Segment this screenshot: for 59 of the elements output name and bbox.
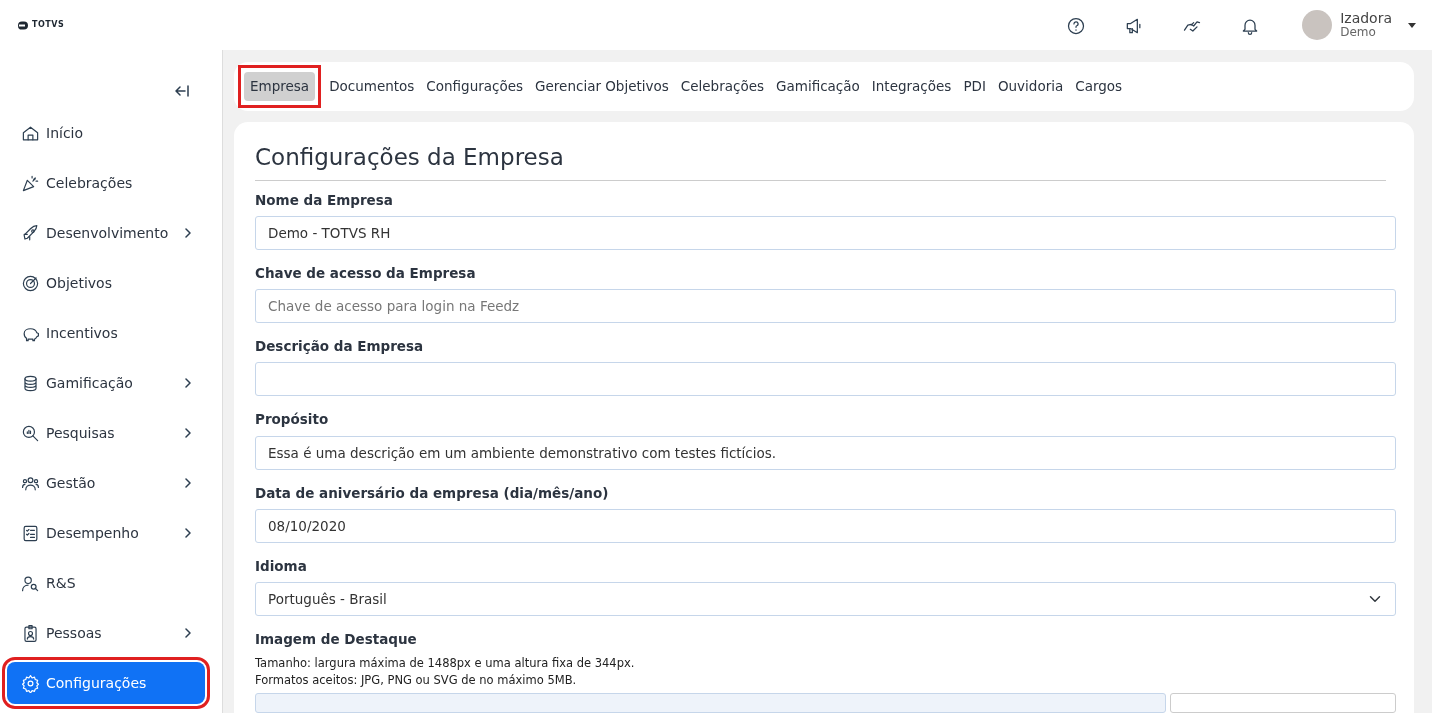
input-field[interactable]: Demo - TOTVS RH: [255, 215, 1396, 250]
id-badge-icon: [21, 623, 40, 643]
field-label: Descrição da Empresa: [255, 337, 425, 357]
tab[interactable]: PDI: [957, 72, 992, 101]
chevron-right-icon: [183, 478, 193, 488]
chevron-right-icon: [183, 628, 193, 638]
checklist-icon: [21, 523, 40, 543]
logo-icon: [16, 20, 28, 30]
sidebar-item[interactable]: Desempenho: [7, 512, 205, 554]
sidebar-item[interactable]: Pesquisas: [7, 412, 205, 454]
field-label: Propósito: [255, 410, 330, 430]
rocket-icon: [21, 223, 40, 243]
sidebar-item[interactable]: Objetivos: [7, 262, 205, 304]
caret-icon[interactable]: [1408, 22, 1416, 28]
tab[interactable]: Ouvidoria: [991, 72, 1070, 101]
tab[interactable]: Documentos: [323, 72, 421, 101]
input-field[interactable]: Essa é uma descrição em um ambiente demonstrativo com testes fictícios.: [255, 435, 1396, 470]
input-field[interactable]: Chave de acesso para login na Feedz: [255, 289, 1396, 324]
sidebar-item[interactable]: Incentivos: [7, 312, 205, 354]
tab[interactable]: Empresa: [244, 72, 316, 101]
tab[interactable]: Integrações: [865, 72, 958, 101]
logo-text: TOTVS: [32, 19, 65, 31]
coins-icon: [21, 373, 40, 393]
field-label: Imagem de Destaque: [255, 630, 418, 650]
home-icon: [21, 123, 40, 143]
chart-search-icon: [21, 423, 40, 443]
party-popper-icon: [21, 173, 40, 193]
tab[interactable]: Cargos: [1069, 72, 1129, 101]
sidebar-item[interactable]: R&S: [7, 562, 205, 604]
tab[interactable]: Gamificação: [770, 72, 866, 101]
chevron-right-icon: [183, 228, 193, 238]
user-name: Izadora: [1340, 11, 1392, 26]
tab[interactable]: Gerenciar Objetivos: [529, 72, 675, 101]
field-label: Nome da Empresa: [255, 190, 394, 210]
chevron-right-icon: [183, 428, 193, 438]
sidebar-item[interactable]: Pessoas: [7, 612, 205, 654]
sidebar-item[interactable]: Gamificação: [7, 362, 205, 404]
help-text: Formatos aceitos: JPG, PNG ou SVG de no máximo 5MB.: [255, 672, 578, 690]
sidebar-item[interactable]: Gestão: [7, 462, 205, 504]
user-subtitle: Demo: [1340, 26, 1377, 39]
language-select[interactable]: Português - Brasil: [255, 582, 1396, 617]
target-icon: [21, 273, 40, 293]
sidebar-item[interactable]: Início: [7, 112, 205, 154]
sidebar-item[interactable]: Celebrações: [7, 162, 205, 204]
help-text: Tamanho: largura máxima de 1488px e uma altura fixa de 344px.: [255, 655, 636, 673]
tab[interactable]: Celebrações: [674, 72, 771, 101]
chevron-right-icon: [183, 378, 193, 388]
file-field[interactable]: [255, 693, 1166, 713]
field-label: Chave de acesso da Empresa: [255, 263, 477, 283]
settings-icon: [21, 673, 40, 693]
field-label: Idioma: [255, 556, 308, 576]
tab[interactable]: Configurações: [420, 72, 530, 101]
input-field[interactable]: 08/10/2020: [255, 508, 1396, 543]
chevron-right-icon: [183, 528, 193, 538]
sidebar-item[interactable]: Desenvolvimento: [7, 212, 205, 254]
form-title: Configurações da Empresa: [255, 144, 1386, 181]
field-label: Data de aniversário da empresa (dia/mês/ano): [255, 483, 610, 503]
avatar: [1302, 10, 1333, 40]
input-field[interactable]: [255, 362, 1396, 397]
